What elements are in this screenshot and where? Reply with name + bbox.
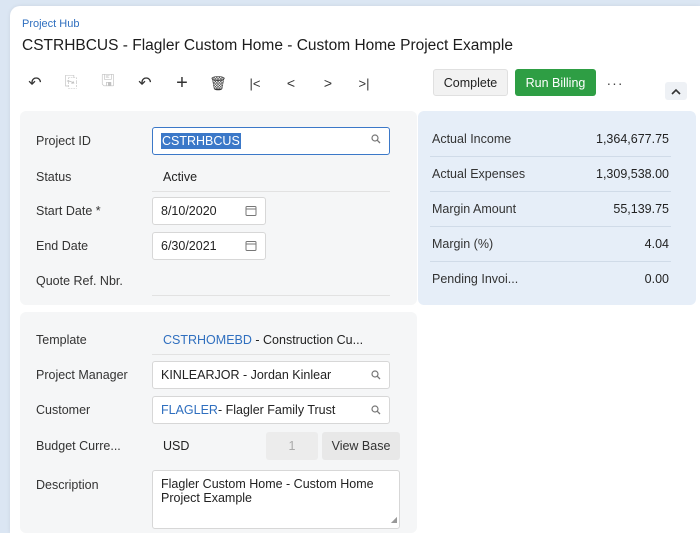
save-icon[interactable]: 🖫	[95, 70, 121, 96]
search-icon[interactable]	[371, 370, 381, 383]
customer-link[interactable]: FLAGLER	[161, 403, 218, 417]
first-record-icon[interactable]: |<	[242, 70, 268, 96]
financial-row: Margin Amount 55,139.75	[430, 192, 671, 227]
undo-icon[interactable]: ↶	[132, 70, 158, 96]
toolbar: ↶ ⎘ 🖫 ↶ + 🗑 |< < > >| Complete Run Billi…	[22, 68, 692, 98]
quote-ref-underline	[152, 295, 390, 296]
complete-button[interactable]: Complete	[433, 69, 508, 96]
resize-handle-icon[interactable]: ◢	[391, 513, 397, 527]
template-value[interactable]: CSTRHOMEBD - Construction Cu...	[163, 333, 363, 347]
financial-value: 4.04	[644, 237, 669, 251]
more-actions-icon[interactable]: ···	[602, 70, 628, 96]
financial-value: 0.00	[644, 272, 669, 286]
status-underline	[152, 191, 390, 192]
financial-label: Pending Invoi...	[432, 272, 519, 286]
financial-row: Actual Income 1,364,677.75	[430, 122, 671, 157]
budget-currency-value[interactable]: USD	[163, 439, 189, 453]
calendar-icon[interactable]	[245, 205, 257, 219]
project-window: Project Hub CSTRHBCUS - Flagler Custom H…	[10, 6, 700, 533]
run-billing-button[interactable]: Run Billing	[515, 69, 596, 96]
financial-label: Actual Income	[432, 132, 512, 146]
financial-value: 55,139.75	[613, 202, 669, 216]
details-panel: Template CSTRHOMEBD - Construction Cu...…	[20, 312, 417, 533]
start-date-label: Start Date *	[36, 204, 101, 218]
delete-icon[interactable]: 🗑	[205, 70, 231, 96]
project-id-field[interactable]: CSTRHBCUS	[152, 127, 390, 155]
financial-value: 1,364,677.75	[596, 132, 669, 146]
back-icon[interactable]: ↶	[22, 70, 48, 96]
description-label: Description	[36, 478, 99, 492]
copy-icon[interactable]: ⎘	[58, 70, 84, 96]
financial-row: Pending Invoi... 0.00	[430, 262, 671, 297]
financial-label: Margin Amount	[432, 202, 517, 216]
calendar-icon[interactable]	[245, 240, 257, 254]
collapse-icon[interactable]	[665, 82, 687, 100]
add-icon[interactable]: +	[169, 70, 195, 96]
end-date-field[interactable]: 6/30/2021	[152, 232, 266, 260]
project-id-label: Project ID	[36, 134, 91, 148]
start-date-field[interactable]: 8/10/2020	[152, 197, 266, 225]
description-textarea[interactable]: Flagler Custom Home - Custom Home Projec…	[152, 470, 400, 529]
status-value[interactable]: Active	[163, 170, 197, 184]
project-manager-field[interactable]: KINLEARJOR - Jordan Kinlear	[152, 361, 390, 389]
breadcrumb[interactable]: Project Hub	[22, 18, 79, 30]
financial-row: Actual Expenses 1,309,538.00	[430, 157, 671, 192]
status-label: Status	[36, 170, 72, 184]
budget-currency-label: Budget Curre...	[36, 439, 121, 453]
customer-field[interactable]: FLAGLER - Flagler Family Trust	[152, 396, 390, 424]
currency-rate-field[interactable]: 1	[266, 432, 318, 460]
end-date-label: End Date	[36, 239, 89, 253]
template-underline	[152, 354, 390, 355]
customer-label: Customer	[36, 403, 91, 417]
summary-panel: Project ID CSTRHBCUS Status Active Start…	[20, 111, 417, 305]
template-label: Template	[36, 333, 87, 347]
view-base-button[interactable]: View Base	[322, 432, 400, 460]
financial-row: Margin (%) 4.04	[430, 227, 671, 262]
search-icon[interactable]	[371, 405, 381, 418]
page-title: CSTRHBCUS - Flagler Custom Home - Custom…	[22, 37, 513, 54]
financial-label: Actual Expenses	[432, 167, 526, 181]
next-record-icon[interactable]: >	[315, 70, 341, 96]
search-icon[interactable]	[371, 134, 381, 147]
project-manager-label: Project Manager	[36, 368, 128, 382]
financial-label: Margin (%)	[432, 237, 494, 251]
previous-record-icon[interactable]: <	[278, 70, 304, 96]
financials-panel: Actual Income 1,364,677.75 Actual Expens…	[418, 111, 696, 305]
last-record-icon[interactable]: >|	[351, 70, 377, 96]
financial-value: 1,309,538.00	[596, 167, 669, 181]
quote-ref-label: Quote Ref. Nbr.	[36, 274, 123, 288]
template-link[interactable]: CSTRHOMEBD	[163, 333, 252, 347]
